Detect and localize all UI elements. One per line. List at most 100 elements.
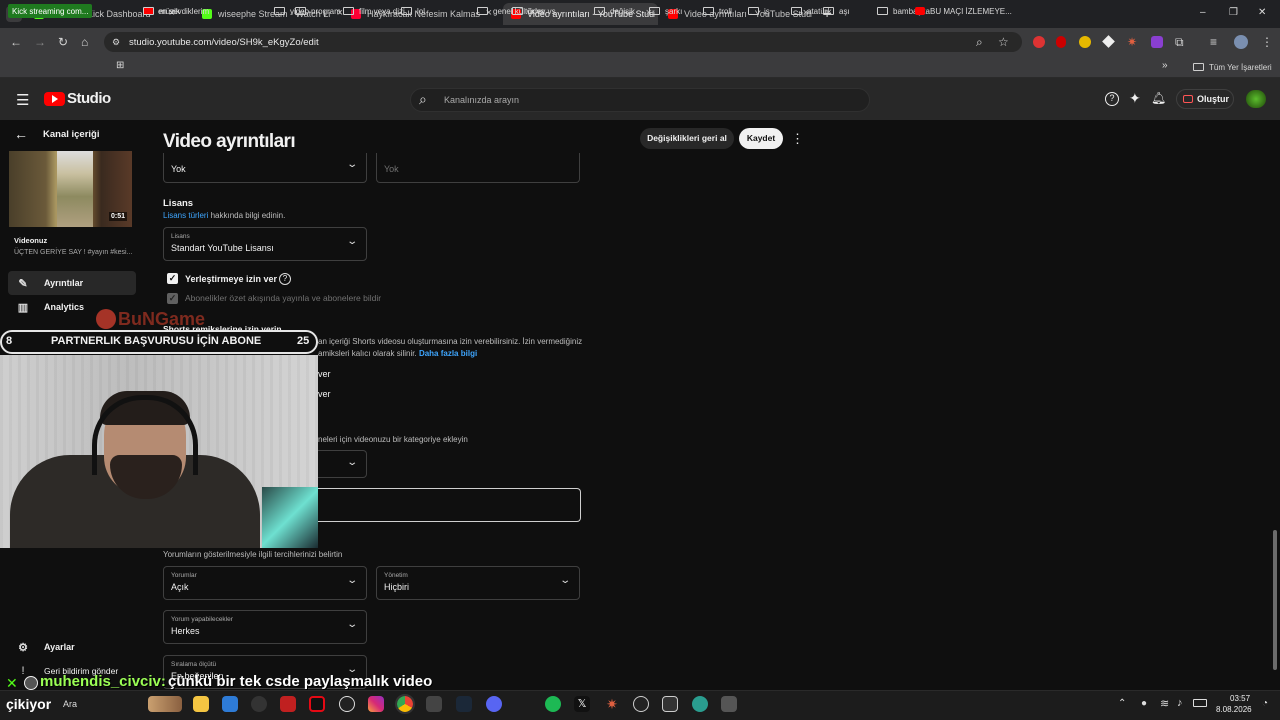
search-placeholder: Kanalınızda arayın [444, 95, 520, 105]
zoom-icon[interactable]: ⌕ [976, 35, 983, 49]
clock-time[interactable]: 03:57 [1230, 694, 1250, 703]
tray-overflow-icon[interactable]: ⌃ [1118, 698, 1126, 709]
reload-icon[interactable]: ↻ [58, 35, 68, 49]
back-arrow-icon[interactable]: ← [14, 126, 28, 142]
bookmark-star-icon[interactable]: ☆ [998, 35, 1009, 49]
speed-icon[interactable] [251, 696, 267, 712]
bookmark-item[interactable]: troll [703, 4, 732, 18]
shorts-option-1[interactable]: ver [318, 369, 331, 379]
app-icon-circle[interactable] [633, 696, 649, 712]
extension-icon-1[interactable] [1033, 36, 1045, 48]
widget-icon[interactable] [148, 696, 182, 712]
bookmark-item[interactable]: iş [748, 4, 770, 18]
license-types-link[interactable]: Lisans türleri [163, 211, 208, 220]
all-bookmarks[interactable]: Tüm Yer İşaretleri [1193, 60, 1272, 74]
hamburger-menu-icon[interactable]: ☰ [16, 91, 29, 109]
bookmark-item[interactable]: aşı [823, 4, 850, 18]
spotify-icon[interactable] [545, 696, 561, 712]
url-text[interactable]: studio.youtube.com/video/SH9k_eKgyZo/edi… [129, 37, 319, 48]
sidebar-item-analytics[interactable]: ▥ Analytics [8, 295, 136, 319]
discord-icon[interactable] [486, 696, 502, 712]
volume-icon[interactable]: ♪ [1177, 697, 1183, 709]
bookmark-item[interactable]: değişik [594, 4, 635, 18]
window-close-button[interactable]: ✕ [1258, 7, 1266, 18]
folder-icon [823, 7, 834, 15]
top-left-select[interactable]: Yok ⌄ [163, 153, 367, 183]
app-icon-globe[interactable] [692, 696, 708, 712]
chatgpt-icon[interactable] [339, 696, 355, 712]
battery-icon[interactable] [1193, 699, 1207, 707]
extension-icon-5[interactable]: ✷ [1127, 35, 1137, 49]
moderation-select[interactable]: Yönetim Hiçbiri ⌄ [376, 566, 580, 600]
bookmarks-overflow-icon[interactable]: » [1162, 60, 1168, 71]
bookmark-item[interactable]: BU MAÇI İZLEMEYE... [915, 4, 1012, 18]
bookmark-item[interactable]: Kick streaming com... [8, 4, 93, 18]
channel-avatar[interactable] [1246, 90, 1266, 108]
bookmark-item[interactable]: film veya dizi [343, 4, 405, 18]
extensions-puzzle-icon[interactable]: ⧉ [1175, 35, 1184, 49]
channel-content-link[interactable]: Kanal içeriği [43, 129, 100, 140]
comments-select[interactable]: Yorumlar Açık ⌄ [163, 566, 367, 600]
forward-arrow-icon[interactable]: → [34, 35, 46, 49]
category-select[interactable]: ⌄ [316, 450, 367, 478]
steam-icon[interactable] [456, 696, 472, 712]
bookmark-item[interactable]: lol [401, 4, 425, 18]
site-info-icon[interactable]: ⚙ [112, 35, 120, 49]
app-icon-hex[interactable] [662, 696, 678, 712]
create-label: Oluştur [1197, 94, 1230, 104]
profile-avatar[interactable] [1234, 35, 1248, 49]
microphone-icon[interactable]: ● [1141, 698, 1147, 709]
notifications-bell-icon[interactable]: 🔔︎ [1151, 91, 1166, 105]
folder-icon [274, 7, 285, 15]
back-arrow-icon[interactable]: ← [10, 35, 22, 49]
bookmark-item[interactable]: şarkı [649, 4, 682, 18]
bookmark-item[interactable]: ödev vs [512, 4, 556, 18]
chrome-icon[interactable] [395, 694, 415, 714]
page-scrollbar[interactable] [1273, 530, 1277, 670]
clock-date[interactable]: 8.08.2026 [1216, 705, 1252, 714]
extension-icon-2[interactable] [1056, 36, 1066, 48]
gaming-app-icon[interactable] [426, 696, 442, 712]
netflix-icon[interactable] [309, 696, 325, 712]
browser-menu-icon[interactable]: ⋮ [1261, 35, 1273, 49]
license-select[interactable]: Lisans Standart YouTube Lisansı ⌄ [163, 227, 367, 261]
video-duration: 0:51 [108, 212, 127, 221]
ai-sparkle-icon[interactable]: ✦ [1129, 90, 1141, 107]
who-can-comment-select[interactable]: Yorum yapabilecekler Herkes ⌄ [163, 610, 367, 644]
sidebar-item-details[interactable]: ✎ Ayrıntılar [8, 271, 136, 295]
window-minimize-button[interactable]: – [1200, 7, 1206, 18]
shorts-more-link[interactable]: Daha fazla bilgi [419, 349, 477, 358]
undo-changes-button[interactable]: Değişiklikleri geri al [640, 128, 734, 149]
reading-list-icon[interactable]: ≡ [1210, 35, 1217, 49]
file-explorer-icon[interactable] [193, 696, 209, 712]
extension-icon-6[interactable] [1151, 36, 1163, 48]
instagram-icon[interactable] [368, 696, 384, 712]
bookmark-item[interactable]: müzik [143, 4, 180, 18]
folder-icon [748, 7, 759, 15]
app-icon-gear[interactable] [721, 696, 737, 712]
window-restore-button[interactable]: ❐ [1229, 7, 1238, 18]
save-button[interactable]: Kaydet [739, 128, 783, 149]
app-icon-red[interactable] [280, 696, 296, 712]
embed-checkbox[interactable]: ✓ [167, 273, 178, 284]
taskbar-search-label[interactable]: Ara [63, 699, 77, 709]
video-thumbnail[interactable]: 0:51 [9, 151, 132, 227]
sidebar-item-settings[interactable]: ⚙ Ayarlar [8, 635, 136, 659]
help-icon[interactable]: ? [1105, 92, 1119, 106]
x-icon[interactable]: 𝕏 [574, 696, 590, 712]
shorts-option-2[interactable]: ver [318, 389, 331, 399]
chevron-down-icon: ⌄ [558, 575, 571, 586]
mail-icon[interactable] [222, 696, 238, 712]
extension-icon-3[interactable] [1079, 36, 1091, 48]
app-icon-star[interactable]: ✷ [604, 696, 620, 712]
home-icon[interactable]: ⌂ [81, 35, 88, 49]
wifi-icon[interactable]: ≋ [1160, 697, 1169, 710]
notifications-icon[interactable]: ◔ [1262, 698, 1268, 709]
help-circle-icon[interactable]: ? [279, 273, 291, 285]
create-button[interactable]: Oluştur [1176, 89, 1234, 109]
more-options-icon[interactable]: ⋮ [791, 131, 804, 147]
apps-grid-icon[interactable]: ⊞ [116, 60, 124, 71]
bookmark-item[interactable]: program [295, 4, 341, 18]
top-right-field[interactable]: Yok [376, 153, 580, 183]
text-input-field[interactable] [316, 488, 581, 522]
